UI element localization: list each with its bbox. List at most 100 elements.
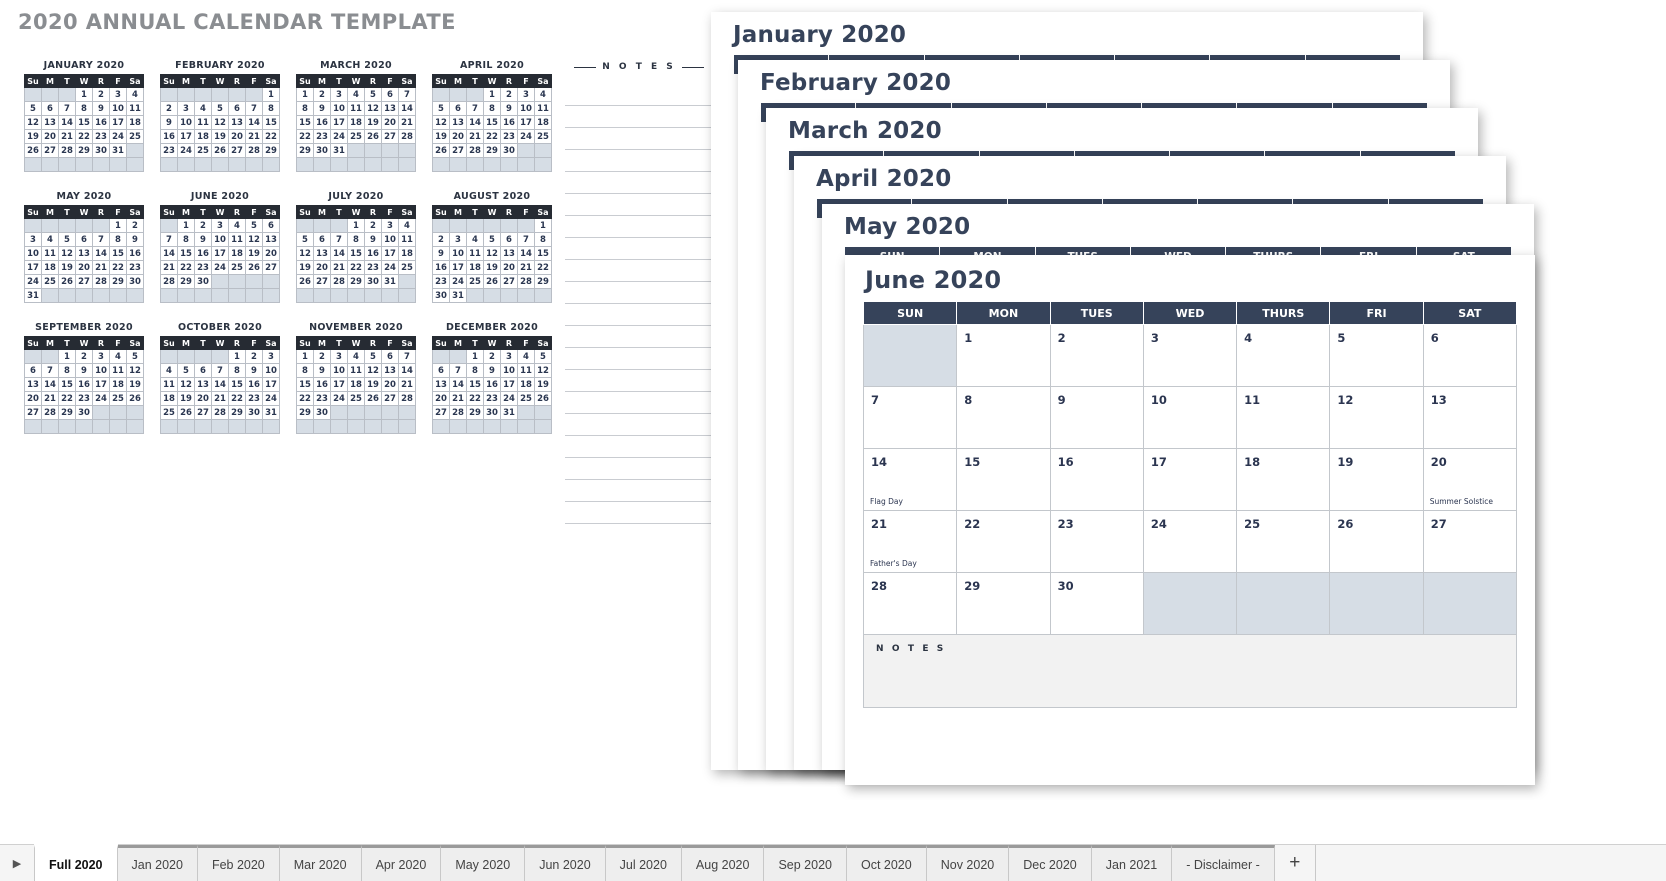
mini-day-cell[interactable]: 18 xyxy=(398,246,416,261)
mini-day-cell[interactable]: 16 xyxy=(500,115,518,130)
mini-day-cell[interactable]: 29 xyxy=(228,405,246,420)
mini-day-cell-empty[interactable] xyxy=(194,157,212,172)
mini-day-cell-empty[interactable] xyxy=(347,143,365,158)
mini-day-cell[interactable]: 24 xyxy=(211,260,229,275)
mini-day-cell-empty[interactable] xyxy=(58,157,76,172)
mini-day-cell-empty[interactable] xyxy=(517,405,535,420)
mini-day-cell[interactable]: 14 xyxy=(466,115,484,130)
mini-day-cell-empty[interactable] xyxy=(466,288,484,303)
annual-notes-line[interactable] xyxy=(565,216,713,238)
mini-day-cell[interactable]: 15 xyxy=(347,246,365,261)
mini-day-cell[interactable]: 7 xyxy=(517,232,535,247)
day-cell-empty[interactable] xyxy=(1329,572,1424,635)
mini-day-cell[interactable]: 8 xyxy=(228,363,246,378)
mini-day-cell[interactable]: 3 xyxy=(517,87,535,102)
mini-day-cell-empty[interactable] xyxy=(398,157,416,172)
mini-day-cell[interactable]: 8 xyxy=(483,101,501,116)
day-cell[interactable]: 10 xyxy=(1142,386,1238,449)
mini-day-cell[interactable]: 29 xyxy=(296,405,314,420)
mini-day-cell[interactable]: 1 xyxy=(483,87,501,102)
mini-day-cell[interactable]: 14 xyxy=(160,246,178,261)
mini-day-cell-empty[interactable] xyxy=(381,143,399,158)
mini-day-cell[interactable]: 9 xyxy=(313,101,331,116)
mini-day-cell-empty[interactable] xyxy=(41,218,59,233)
mini-day-cell-empty[interactable] xyxy=(313,288,331,303)
annual-notes-line[interactable] xyxy=(565,458,713,480)
mini-day-cell[interactable]: 28 xyxy=(398,391,416,406)
mini-day-cell[interactable]: 7 xyxy=(466,101,484,116)
mini-day-cell-empty[interactable] xyxy=(449,157,467,172)
mini-day-cell-empty[interactable] xyxy=(500,218,518,233)
mini-day-cell[interactable]: 29 xyxy=(483,143,501,158)
mini-day-cell-empty[interactable] xyxy=(262,419,280,434)
mini-day-cell-empty[interactable] xyxy=(262,157,280,172)
mini-day-cell[interactable]: 27 xyxy=(500,274,518,289)
mini-day-cell[interactable]: 25 xyxy=(398,260,416,275)
mini-day-cell-empty[interactable] xyxy=(194,419,212,434)
mini-day-cell[interactable]: 29 xyxy=(109,274,127,289)
mini-day-cell[interactable]: 13 xyxy=(313,246,331,261)
mini-day-cell[interactable]: 26 xyxy=(364,129,382,144)
mini-day-cell-empty[interactable] xyxy=(126,143,144,158)
mini-day-cell-empty[interactable] xyxy=(432,419,450,434)
day-cell[interactable]: 1 xyxy=(956,324,1051,387)
mini-day-cell-empty[interactable] xyxy=(398,419,416,434)
mini-day-cell[interactable]: 6 xyxy=(75,232,93,247)
day-cell[interactable]: 8 xyxy=(956,386,1051,449)
mini-day-cell[interactable]: 2 xyxy=(126,218,144,233)
mini-day-cell[interactable]: 29 xyxy=(534,274,552,289)
mini-day-cell[interactable]: 4 xyxy=(41,232,59,247)
mini-day-cell[interactable]: 4 xyxy=(228,218,246,233)
mini-day-cell-empty[interactable] xyxy=(41,87,59,102)
mini-day-cell[interactable]: 13 xyxy=(449,115,467,130)
mini-day-cell[interactable]: 5 xyxy=(432,101,450,116)
sheet-tab-feb-2020[interactable]: Feb 2020 xyxy=(197,845,280,881)
day-cell[interactable]: 26 xyxy=(1329,510,1424,573)
mini-day-cell[interactable]: 28 xyxy=(517,274,535,289)
mini-day-cell[interactable]: 9 xyxy=(432,246,450,261)
mini-day-cell[interactable]: 6 xyxy=(381,87,399,102)
mini-day-cell[interactable]: 15 xyxy=(296,377,314,392)
mini-day-cell[interactable]: 12 xyxy=(58,246,76,261)
mini-day-cell-empty[interactable] xyxy=(534,419,552,434)
mini-day-cell[interactable]: 30 xyxy=(75,405,93,420)
mini-day-cell[interactable]: 21 xyxy=(517,260,535,275)
mini-day-cell[interactable]: 7 xyxy=(41,363,59,378)
mini-day-cell[interactable]: 31 xyxy=(109,143,127,158)
mini-day-cell[interactable]: 5 xyxy=(211,101,229,116)
mini-day-cell[interactable]: 22 xyxy=(534,260,552,275)
mini-day-cell[interactable]: 3 xyxy=(500,349,518,364)
mini-day-cell[interactable]: 1 xyxy=(177,218,195,233)
mini-day-cell-empty[interactable] xyxy=(381,157,399,172)
mini-day-cell[interactable]: 23 xyxy=(500,129,518,144)
mini-day-cell[interactable]: 5 xyxy=(296,232,314,247)
mini-day-cell-empty[interactable] xyxy=(381,405,399,420)
day-cell[interactable]: 15 xyxy=(956,448,1051,511)
mini-day-cell[interactable]: 30 xyxy=(483,405,501,420)
mini-day-cell[interactable]: 4 xyxy=(126,87,144,102)
mini-day-cell[interactable]: 11 xyxy=(228,232,246,247)
mini-day-cell-empty[interactable] xyxy=(58,218,76,233)
mini-day-cell[interactable]: 14 xyxy=(41,377,59,392)
mini-day-cell[interactable]: 10 xyxy=(109,101,127,116)
annual-notes-line[interactable] xyxy=(565,502,713,524)
mini-day-cell[interactable]: 9 xyxy=(500,101,518,116)
mini-day-cell-empty[interactable] xyxy=(109,157,127,172)
mini-day-cell-empty[interactable] xyxy=(245,87,263,102)
mini-day-cell[interactable]: 27 xyxy=(75,274,93,289)
mini-day-cell[interactable]: 30 xyxy=(432,288,450,303)
mini-day-cell[interactable]: 14 xyxy=(449,377,467,392)
mini-day-cell[interactable]: 11 xyxy=(534,101,552,116)
mini-day-cell-empty[interactable] xyxy=(24,218,42,233)
day-cell[interactable]: 6 xyxy=(1422,324,1518,387)
sheet-tab-jan-2021[interactable]: Jan 2021 xyxy=(1091,845,1173,881)
mini-day-cell[interactable]: 13 xyxy=(75,246,93,261)
mini-day-cell-empty[interactable] xyxy=(194,349,212,364)
mini-day-cell[interactable]: 8 xyxy=(262,101,280,116)
mini-day-cell[interactable]: 22 xyxy=(177,260,195,275)
mini-day-cell-empty[interactable] xyxy=(449,349,467,364)
sheet-tab-apr-2020[interactable]: Apr 2020 xyxy=(361,845,442,881)
mini-day-cell[interactable]: 10 xyxy=(92,363,110,378)
mini-day-cell[interactable]: 4 xyxy=(109,349,127,364)
mini-day-cell[interactable]: 8 xyxy=(296,363,314,378)
